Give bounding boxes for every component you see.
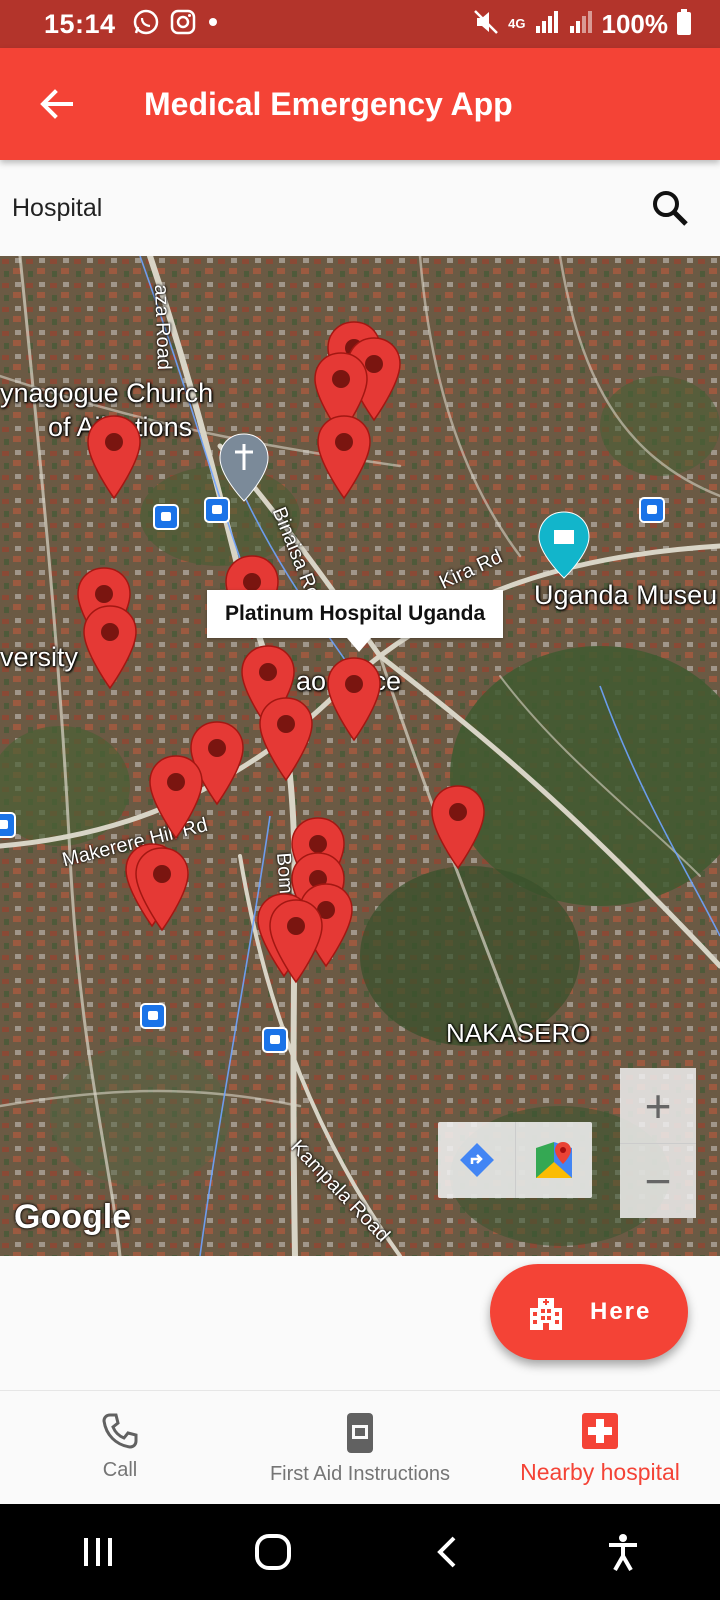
bus-stop-icon [204, 497, 230, 523]
page-title: Medical Emergency App [144, 85, 513, 122]
map-toolbar [438, 1122, 592, 1198]
hospital-marker[interactable] [86, 414, 142, 500]
nav-item-first-aid[interactable]: First Aid Instructions [240, 1391, 480, 1504]
search-bar [0, 160, 720, 256]
chevron-left-icon [436, 1536, 455, 1568]
back-nav-button[interactable] [403, 1517, 493, 1587]
zoom-in-button[interactable]: + [620, 1068, 696, 1143]
mute-icon [472, 8, 500, 41]
phone-icon [102, 1413, 138, 1449]
nav-item-call[interactable]: Call [0, 1391, 240, 1504]
directions-button[interactable] [438, 1122, 515, 1198]
search-input[interactable] [12, 178, 640, 238]
open-in-maps-button[interactable] [515, 1122, 592, 1198]
place-label-nakasero: NAKASERO [446, 1018, 591, 1048]
home-icon [254, 1534, 291, 1570]
network-type-icon: 4G [508, 16, 526, 31]
bottom-navigation: Call First Aid Instructions Nearby hospi… [0, 1390, 720, 1504]
hospital-marker[interactable] [430, 784, 486, 870]
hospital-marker[interactable] [326, 656, 382, 742]
first-aid-booklet-icon [347, 1413, 373, 1453]
accessibility-icon [608, 1534, 637, 1571]
recent-apps-button[interactable] [53, 1517, 143, 1587]
place-label-university: versity [0, 642, 79, 672]
system-navigation-bar [0, 1504, 720, 1600]
nav-label-first-aid: First Aid Instructions [269, 1463, 451, 1485]
accessibility-button[interactable] [578, 1517, 668, 1587]
recent-apps-icon [83, 1538, 112, 1566]
hospital-marker[interactable] [82, 604, 138, 690]
map-view[interactable]: ynagogue Church of Ajj lations Uganda Mu… [0, 256, 720, 1256]
road-label-plaza: aza Road [150, 284, 175, 371]
bus-stop-icon [639, 497, 665, 523]
hospital-marker[interactable] [134, 846, 190, 932]
search-icon [653, 191, 688, 226]
google-logo: Google [14, 1198, 132, 1236]
here-button-label: Here [590, 1298, 652, 1325]
signal-icon-2 [568, 9, 594, 40]
arrow-back-icon [40, 89, 73, 119]
google-maps-icon [536, 1142, 572, 1178]
bus-stop-icon [262, 1027, 288, 1053]
back-button[interactable] [0, 48, 112, 160]
nav-item-nearby-hospital[interactable]: Nearby hospital [480, 1391, 720, 1504]
hospital-marker[interactable] [258, 696, 314, 782]
status-bar: 15:14 4G 100% [0, 0, 720, 48]
hospital-cross-icon [582, 1413, 618, 1449]
hospital-building-icon [530, 1298, 562, 1330]
bus-stop-icon [0, 812, 16, 838]
hospital-marker[interactable] [316, 414, 372, 500]
whatsapp-icon [132, 8, 160, 41]
search-button[interactable] [640, 178, 700, 238]
marker-info-window[interactable]: Platinum Hospital Uganda [207, 590, 504, 652]
instagram-icon [170, 9, 196, 40]
battery-icon [676, 8, 692, 41]
directions-icon [459, 1143, 494, 1177]
home-button[interactable] [228, 1517, 318, 1587]
zoom-controls: + − [620, 1068, 696, 1218]
hospital-marker[interactable] [268, 898, 324, 984]
bus-stop-icon [153, 504, 179, 530]
bus-stop-icon [140, 1003, 166, 1029]
nav-label-call: Call [102, 1459, 138, 1481]
hospital-marker[interactable] [148, 754, 204, 840]
here-button[interactable]: Here [490, 1264, 688, 1360]
notification-dot-icon [206, 15, 220, 34]
zoom-out-button[interactable]: − [620, 1143, 696, 1218]
nav-label-nearby-hospital: Nearby hospital [520, 1459, 680, 1485]
place-label-synagogue: ynagogue Church [0, 378, 214, 408]
signal-icon [534, 9, 560, 40]
status-time: 15:14 [44, 8, 116, 39]
battery-percent: 100% [601, 8, 669, 39]
place-label-museum: Uganda Museu [534, 580, 718, 610]
app-bar: Medical Emergency App [0, 48, 720, 160]
